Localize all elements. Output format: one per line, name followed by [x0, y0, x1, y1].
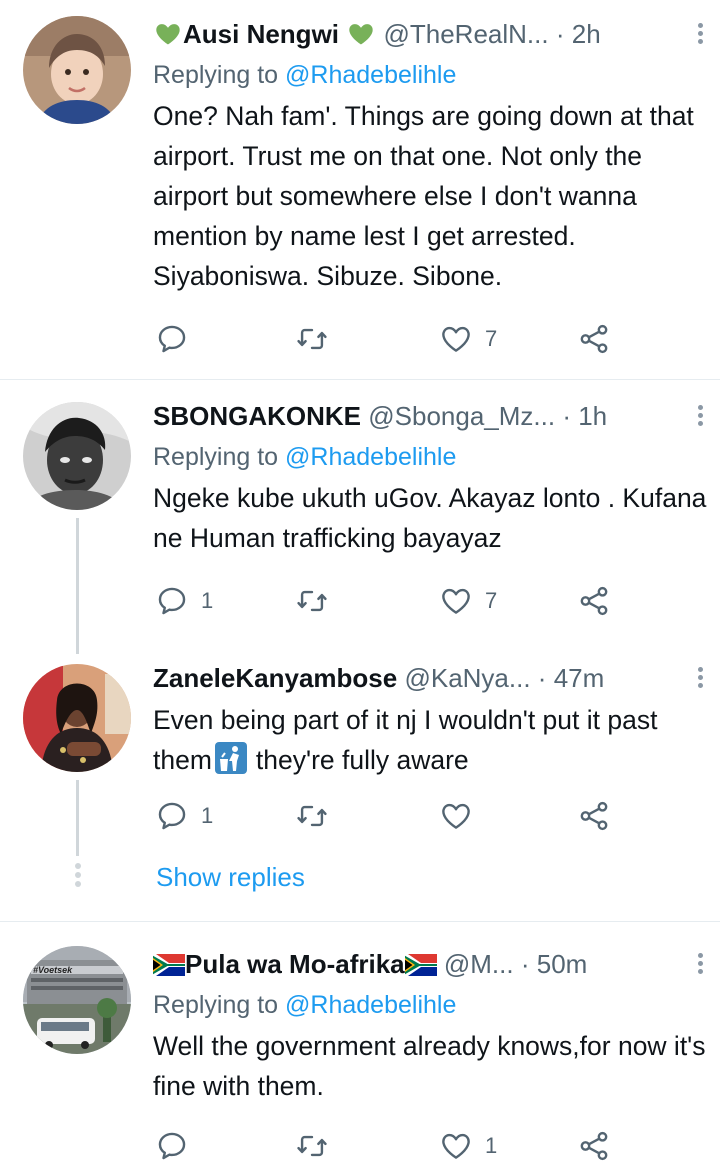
separator-dot: · [562, 401, 571, 431]
tweet-actions: 1 [153, 1126, 633, 1166]
retweet-button[interactable] [295, 319, 329, 359]
more-vertical-icon[interactable] [690, 20, 710, 48]
tweet-text: Ngeke kube ukuth uGov. Akayaz lonto . Ku… [153, 483, 707, 553]
tweet-text: Even being part of it nj I wouldn't put … [153, 700, 710, 780]
separator-dot: · [555, 19, 565, 49]
thread-line [76, 780, 79, 856]
thread-line [76, 518, 79, 644]
reply-button[interactable] [155, 319, 201, 359]
username[interactable]: @Sbonga_Mz... [368, 401, 555, 431]
reply-icon [155, 584, 189, 618]
more-vertical-icon[interactable] [690, 664, 710, 692]
replying-label: Replying to [153, 443, 279, 471]
tweet-actions: 1 [153, 796, 633, 836]
share-icon [577, 322, 611, 356]
retweet-icon [295, 322, 329, 356]
replying-to: Replying to @Rhadebelihle [153, 986, 710, 1024]
username[interactable]: @M... [444, 949, 514, 979]
username[interactable]: @TheRealN... [383, 19, 548, 49]
south-africa-flag-icon [405, 954, 437, 976]
replying-label: Replying to [153, 991, 279, 1019]
tweet-1[interactable]: Ausi Nengwi @TheRealN... · 2h Replying t… [0, 0, 720, 380]
more-vertical-icon[interactable] [690, 402, 710, 430]
mention-link[interactable]: @Rhadebelihle [285, 991, 456, 1019]
share-icon [577, 799, 611, 833]
litter-in-bin-icon [214, 742, 247, 774]
display-name[interactable]: Pula wa Mo-afrika [185, 949, 405, 979]
like-count: 7 [485, 326, 498, 351]
like-button[interactable] [439, 796, 485, 836]
reply-button[interactable]: 1 [155, 796, 213, 836]
retweet-icon [295, 1129, 329, 1163]
heart-icon [439, 322, 473, 356]
avatar[interactable] [23, 16, 131, 124]
avatar[interactable] [23, 664, 131, 772]
tweet-header: Pula wa Mo-afrika @M... · 50m [153, 944, 710, 984]
tweet-actions: 1 7 [153, 581, 633, 621]
share-button[interactable] [577, 796, 611, 836]
share-button[interactable] [577, 1126, 611, 1166]
replying-label: Replying to [153, 61, 279, 89]
retweet-icon [295, 799, 329, 833]
tweet-3[interactable]: ZaneleKanyambose @KaNya... · 47m Even be… [0, 644, 720, 922]
reply-icon [155, 322, 189, 356]
show-replies-link[interactable]: Show replies [156, 857, 305, 897]
tweet-text-part: they're fully aware [255, 745, 469, 775]
replying-to: Replying to @Rhadebelihle [153, 438, 710, 476]
tweet-text: Well the government already knows,for no… [153, 1031, 706, 1101]
retweet-button[interactable] [295, 796, 329, 836]
share-icon [577, 584, 611, 618]
tweet-header: Ausi Nengwi @TheRealN... · 2h [153, 14, 710, 54]
tweet-text: One? Nah fam'. Things are going down at … [153, 101, 694, 291]
more-vertical-icon[interactable] [690, 950, 710, 978]
avatar[interactable] [23, 402, 131, 510]
like-button[interactable]: 7 [439, 581, 497, 621]
south-africa-flag-icon [153, 954, 185, 976]
reply-button[interactable] [155, 1126, 201, 1166]
display-name[interactable]: SBONGAKONKE [153, 401, 361, 431]
like-count: 1 [485, 1133, 498, 1158]
mention-link[interactable]: @Rhadebelihle [285, 61, 456, 89]
tweet-actions: 7 [153, 319, 633, 359]
separator-dot: · [537, 663, 547, 693]
tweet-header: ZaneleKanyambose @KaNya... · 47m [153, 658, 710, 698]
share-button[interactable] [577, 319, 611, 359]
like-button[interactable]: 7 [439, 319, 497, 359]
avatar-badge-text: #Voetsek [33, 965, 73, 975]
timestamp[interactable]: 2h [572, 19, 601, 49]
reply-count: 1 [201, 588, 214, 613]
username[interactable]: @KaNya... [404, 663, 530, 693]
reply-icon [155, 799, 189, 833]
avatar[interactable]: #Voetsek [23, 946, 131, 1054]
share-icon [577, 1129, 611, 1163]
timestamp[interactable]: 47m [554, 663, 605, 693]
share-button[interactable] [577, 581, 611, 621]
tweet-4[interactable]: #Voetsek Pula wa Mo-afrika @M... · 50m R… [0, 922, 720, 1166]
timestamp[interactable]: 50m [537, 949, 588, 979]
display-name[interactable]: ZaneleKanyambose [153, 663, 397, 693]
retweet-button[interactable] [295, 1126, 329, 1166]
green-heart-icon [153, 20, 183, 48]
display-name[interactable]: Ausi Nengwi [183, 19, 339, 49]
heart-icon [439, 1129, 473, 1163]
thread-line [76, 644, 79, 654]
mention-link[interactable]: @Rhadebelihle [285, 443, 456, 471]
like-button[interactable]: 1 [439, 1126, 497, 1166]
like-count: 7 [485, 588, 498, 613]
tweet-2[interactable]: SBONGAKONKE @Sbonga_Mz... · 1h Replying … [0, 380, 720, 644]
heart-icon [439, 799, 473, 833]
reply-count: 1 [201, 803, 214, 828]
heart-icon [439, 584, 473, 618]
separator-dot: · [520, 949, 530, 979]
retweet-button[interactable] [295, 581, 329, 621]
replying-to: Replying to @Rhadebelihle [153, 56, 710, 94]
timestamp[interactable]: 1h [578, 401, 607, 431]
reply-icon [155, 1129, 189, 1163]
tweet-header: SBONGAKONKE @Sbonga_Mz... · 1h [153, 396, 710, 436]
retweet-icon [295, 584, 329, 618]
reply-button[interactable]: 1 [155, 581, 213, 621]
thread-dots [73, 860, 82, 890]
green-heart-icon [346, 20, 376, 48]
